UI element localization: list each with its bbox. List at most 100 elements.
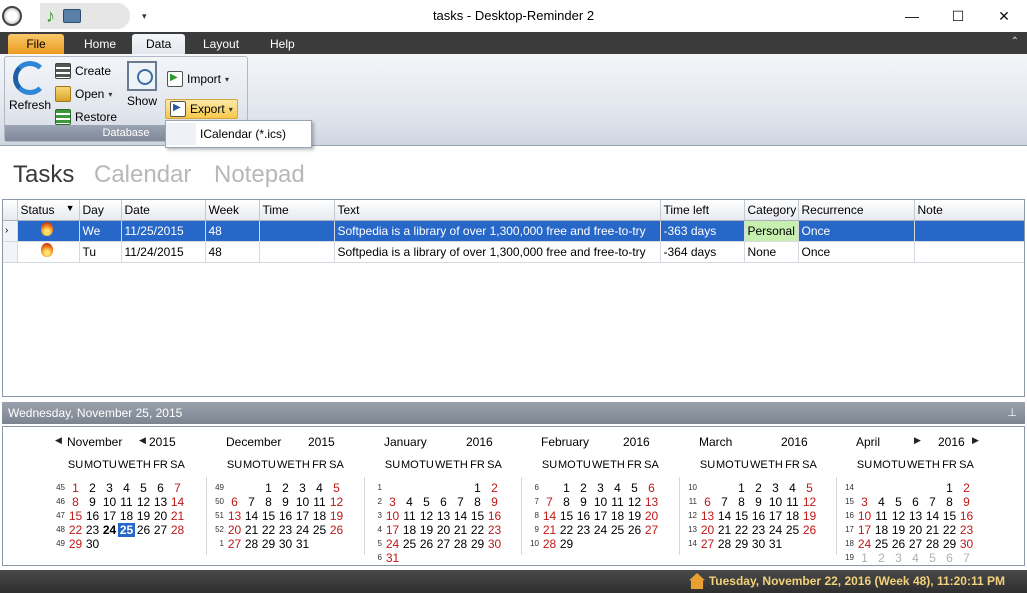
open-button[interactable]: Open ▾ bbox=[55, 84, 112, 104]
calendar-day[interactable]: 6 bbox=[226, 495, 243, 509]
calendar-day[interactable]: 8 bbox=[941, 495, 958, 509]
calendar-day[interactable]: 6 bbox=[643, 481, 660, 495]
month-name[interactable]: January bbox=[384, 435, 427, 449]
calendar-day[interactable]: 12 bbox=[626, 495, 643, 509]
calendar-day[interactable]: 5 bbox=[328, 481, 345, 495]
calendar-day[interactable]: 29 bbox=[733, 537, 750, 551]
restore-button[interactable]: Restore bbox=[55, 107, 117, 127]
month-name[interactable]: November bbox=[67, 435, 122, 449]
create-button[interactable]: Create bbox=[55, 61, 111, 81]
calendar-day[interactable]: 16 bbox=[84, 509, 101, 523]
calendar-day[interactable]: 23 bbox=[486, 523, 503, 537]
calendar-day[interactable]: 1 bbox=[260, 481, 277, 495]
tab-help[interactable]: Help bbox=[256, 34, 309, 54]
calendar-day[interactable]: 15 bbox=[260, 509, 277, 523]
calendar-day[interactable]: 15 bbox=[941, 509, 958, 523]
calendar-day[interactable]: 24 bbox=[294, 523, 311, 537]
calendar-day[interactable]: 7 bbox=[243, 495, 260, 509]
close-button[interactable]: ✕ bbox=[981, 0, 1027, 32]
calendar-day[interactable]: 6 bbox=[941, 551, 958, 565]
calendar-day[interactable]: 13 bbox=[435, 509, 452, 523]
calendar-day[interactable]: 1 bbox=[469, 481, 486, 495]
calendar-day[interactable]: 13 bbox=[907, 509, 924, 523]
calendar-day[interactable]: 8 bbox=[558, 495, 575, 509]
calendar-day[interactable]: 26 bbox=[135, 523, 152, 537]
calendar-day[interactable]: 19 bbox=[801, 509, 818, 523]
calendar-day[interactable]: 10 bbox=[294, 495, 311, 509]
month-year[interactable]: 2016 bbox=[938, 435, 965, 449]
calendar-day[interactable]: 8 bbox=[67, 495, 84, 509]
calendar-day[interactable]: 25 bbox=[873, 537, 890, 551]
calendar-day[interactable]: 11 bbox=[311, 495, 328, 509]
maximize-button[interactable]: ☐ bbox=[935, 0, 981, 32]
prev-year-icon[interactable]: ◀ bbox=[139, 435, 146, 446]
refresh-button[interactable]: Refresh bbox=[9, 61, 51, 112]
calendar-day[interactable]: 12 bbox=[801, 495, 818, 509]
next-year-icon[interactable]: ▶ bbox=[972, 435, 979, 446]
tab-layout[interactable]: Layout bbox=[189, 34, 253, 54]
calendar-day[interactable]: 2 bbox=[277, 481, 294, 495]
column-header-status[interactable]: Status ▼ bbox=[17, 200, 80, 221]
calendar-day[interactable]: 10 bbox=[101, 495, 118, 509]
calendar-day[interactable]: 26 bbox=[626, 523, 643, 537]
calendar-day[interactable]: 17 bbox=[101, 509, 118, 523]
calendar-day[interactable]: 13 bbox=[643, 495, 660, 509]
calendar-day[interactable]: 20 bbox=[435, 523, 452, 537]
calendar-day[interactable]: 18 bbox=[311, 509, 328, 523]
calendar-day[interactable]: 17 bbox=[767, 509, 784, 523]
calendar-day[interactable]: 30 bbox=[958, 537, 975, 551]
calendar-day[interactable]: 8 bbox=[469, 495, 486, 509]
home-icon[interactable] bbox=[689, 573, 705, 589]
calendar-day[interactable]: 3 bbox=[384, 495, 401, 509]
calendar-day[interactable]: 19 bbox=[626, 509, 643, 523]
calendar-day[interactable]: 23 bbox=[277, 523, 294, 537]
calendar-day[interactable]: 24 bbox=[384, 537, 401, 551]
column-header-time-left[interactable]: Time left bbox=[660, 200, 745, 221]
calendar-day[interactable]: 22 bbox=[469, 523, 486, 537]
calendar-day[interactable]: 20 bbox=[226, 523, 243, 537]
calendar-day[interactable]: 22 bbox=[260, 523, 277, 537]
calendar-day[interactable]: 28 bbox=[243, 537, 260, 551]
calendar-day[interactable]: 7 bbox=[924, 495, 941, 509]
calendar-day[interactable]: 15 bbox=[558, 509, 575, 523]
calendar-day[interactable]: 7 bbox=[452, 495, 469, 509]
calendar-day[interactable]: 22 bbox=[558, 523, 575, 537]
calendar-day[interactable]: 29 bbox=[558, 537, 575, 551]
calendar-day[interactable]: 11 bbox=[873, 509, 890, 523]
calendar-day[interactable]: 22 bbox=[67, 523, 84, 537]
calendar-day[interactable]: 13 bbox=[226, 509, 243, 523]
calendar-day[interactable]: 1 bbox=[733, 481, 750, 495]
calendar-day[interactable]: 9 bbox=[750, 495, 767, 509]
calendar-day[interactable]: 23 bbox=[575, 523, 592, 537]
calendar-day[interactable]: 29 bbox=[469, 537, 486, 551]
calendar-day[interactable]: 16 bbox=[958, 509, 975, 523]
calendar-day[interactable]: 13 bbox=[699, 509, 716, 523]
calendar-day[interactable]: 21 bbox=[243, 523, 260, 537]
calendar-day[interactable]: 2 bbox=[750, 481, 767, 495]
calendar-day[interactable]: 10 bbox=[384, 509, 401, 523]
calendar-day[interactable]: 21 bbox=[452, 523, 469, 537]
calendar-day[interactable]: 9 bbox=[277, 495, 294, 509]
calendar-day[interactable]: 18 bbox=[784, 509, 801, 523]
calendar-day[interactable]: 5 bbox=[135, 481, 152, 495]
qat-customize-dropdown[interactable]: ▾ bbox=[142, 11, 147, 22]
calendar-day[interactable]: 2 bbox=[575, 481, 592, 495]
month-name[interactable]: April bbox=[856, 435, 880, 449]
calendar-day[interactable]: 27 bbox=[699, 537, 716, 551]
month-name[interactable]: December bbox=[226, 435, 281, 449]
calendar-day[interactable]: 21 bbox=[716, 523, 733, 537]
column-header-recurrence[interactable]: Recurrence bbox=[798, 200, 915, 221]
calendar-day[interactable]: 17 bbox=[384, 523, 401, 537]
calendar-day[interactable]: 27 bbox=[152, 523, 169, 537]
calendar-day[interactable]: 31 bbox=[767, 537, 784, 551]
calendar-day[interactable]: 16 bbox=[750, 509, 767, 523]
calendar-day[interactable]: 21 bbox=[169, 509, 186, 523]
column-header-week[interactable]: Week bbox=[205, 200, 260, 221]
calendar-day[interactable]: 2 bbox=[873, 551, 890, 565]
calendar-day[interactable]: 19 bbox=[418, 523, 435, 537]
calendar-day[interactable]: 3 bbox=[890, 551, 907, 565]
export-icalendar-item[interactable]: ICalendar (*.ics) bbox=[166, 123, 311, 145]
calendar-day[interactable]: 9 bbox=[84, 495, 101, 509]
calendar-day[interactable]: 4 bbox=[118, 481, 135, 495]
calendar-day[interactable]: 7 bbox=[958, 551, 975, 565]
